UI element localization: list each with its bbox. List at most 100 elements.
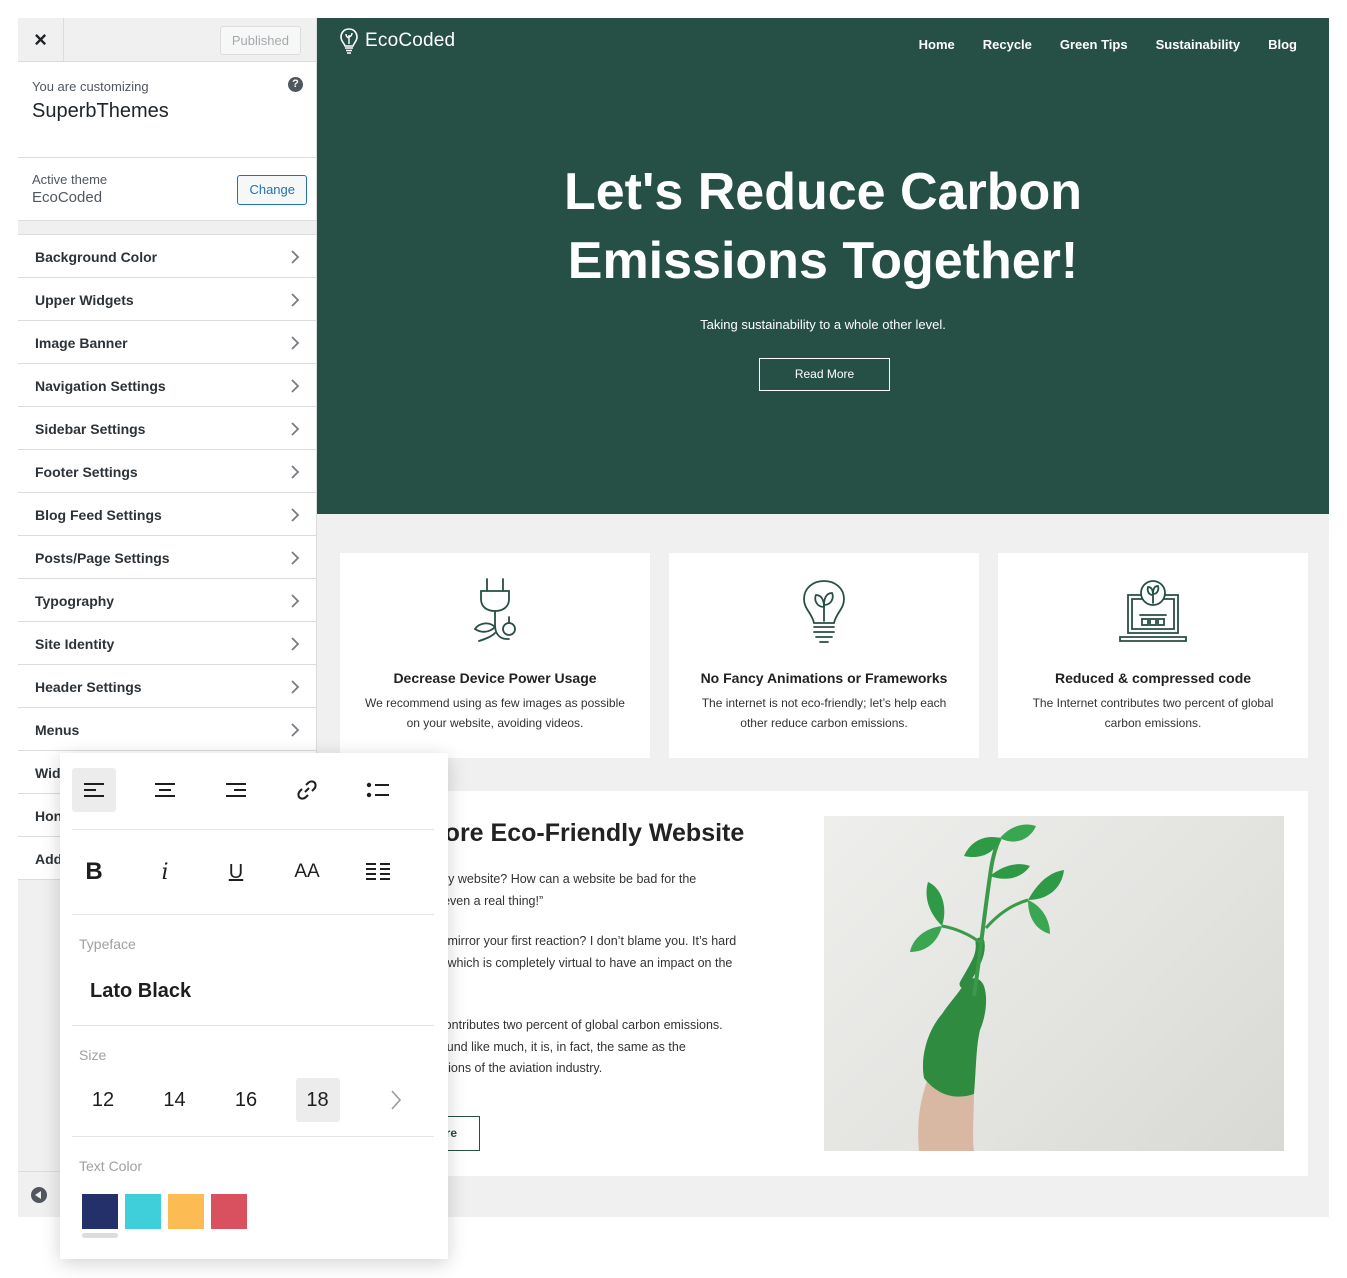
divider <box>72 1136 434 1137</box>
font-size-icon: AA <box>294 861 320 882</box>
size-option-14[interactable]: 14 <box>153 1078 197 1122</box>
panel-label: Posts/Page Settings <box>35 550 170 566</box>
panel-navigation-settings[interactable]: Navigation Settings <box>18 363 316 407</box>
text-format-popover: B i U AA Typeface Lato Black Size 12 14 … <box>60 753 448 1259</box>
laptop-plant-icon <box>1119 580 1187 642</box>
size-option-12[interactable]: 12 <box>81 1078 125 1122</box>
help-icon[interactable]: ? <box>288 77 303 92</box>
customizing-info: You are customizing SuperbThemes ? <box>18 62 316 159</box>
panel-label: Site Identity <box>35 636 115 652</box>
panel-site-identity[interactable]: Site Identity <box>18 621 316 665</box>
size-label: Size <box>79 1047 107 1063</box>
change-theme-button[interactable]: Change <box>237 175 307 205</box>
nav-home[interactable]: Home <box>919 37 955 52</box>
align-left-button[interactable] <box>72 768 116 812</box>
typeface-select[interactable]: Lato Black <box>90 980 191 1003</box>
collapse-icon[interactable] <box>31 1187 47 1203</box>
underline-button[interactable]: U <box>214 850 258 894</box>
lightbulb-leaf-icon <box>803 580 845 643</box>
chevron-right-icon <box>291 250 300 264</box>
justify-icon <box>366 863 390 880</box>
chevron-right-icon[interactable] <box>386 1088 406 1112</box>
link-button[interactable] <box>285 768 329 812</box>
text-case-button[interactable]: AA <box>285 850 329 894</box>
chevron-right-icon <box>291 594 300 608</box>
panel-label: Upper Widgets <box>35 292 134 308</box>
active-theme-section: Active theme EcoCoded Change <box>18 157 316 221</box>
panel-upper-widgets[interactable]: Upper Widgets <box>18 277 316 321</box>
color-swatch-navy[interactable] <box>82 1194 118 1229</box>
plant-illustration <box>910 824 1064 1151</box>
nav-sustainability[interactable]: Sustainability <box>1156 37 1241 52</box>
chevron-right-icon <box>291 551 300 565</box>
align-center-button[interactable] <box>143 768 187 812</box>
article-text-line: y not sound like much, it is, in fact, t… <box>403 1039 686 1054</box>
align-right-button[interactable] <box>214 768 258 812</box>
hero-title-line2: Emissions Together! <box>567 232 1079 290</box>
align-right-icon <box>226 783 246 797</box>
article-paragraph: e might mirror your first reaction? I do… <box>403 931 803 974</box>
active-theme-label: Active theme <box>32 172 108 187</box>
feature-description: We recommend using as few images as poss… <box>360 693 630 733</box>
customizing-label: You are customizing <box>32 79 149 94</box>
nav-green-tips[interactable]: Green Tips <box>1060 37 1128 52</box>
article-section: a More Eco-Friendly Website o-friendly w… <box>339 791 1308 1176</box>
bold-button[interactable]: B <box>72 850 116 894</box>
chevron-right-icon <box>291 637 300 651</box>
panel-blog-feed-settings[interactable]: Blog Feed Settings <box>18 492 316 536</box>
color-swatch-yellow[interactable] <box>168 1194 204 1229</box>
logo-text: EcoCoded <box>365 30 456 51</box>
justify-button[interactable] <box>356 850 400 894</box>
text-color-label: Text Color <box>79 1158 143 1174</box>
panel-header-settings[interactable]: Header Settings <box>18 664 316 708</box>
bullet-list-button[interactable] <box>356 768 400 812</box>
chevron-right-icon <box>291 723 300 737</box>
style-toolbar: B i U AA <box>72 850 435 894</box>
size-option-16[interactable]: 16 <box>224 1078 268 1122</box>
italic-button[interactable]: i <box>143 850 187 894</box>
feature-title: No Fancy Animations or Frameworks <box>700 670 948 686</box>
panel-label: Wid <box>35 765 61 781</box>
nav-recycle[interactable]: Recycle <box>983 37 1032 52</box>
panel-sidebar-settings[interactable]: Sidebar Settings <box>18 406 316 450</box>
feature-card: Decrease Device Power Usage We recommend… <box>340 553 650 758</box>
panel-image-banner[interactable]: Image Banner <box>18 320 316 364</box>
panel-typography[interactable]: Typography <box>18 578 316 622</box>
bullet-list-icon <box>366 782 389 798</box>
panel-background-color[interactable]: Background Color <box>18 234 316 278</box>
published-button[interactable]: Published <box>219 26 301 55</box>
color-swatch-cyan[interactable] <box>125 1194 161 1229</box>
typeface-label: Typeface <box>79 936 136 952</box>
size-option-18[interactable]: 18 <box>295 1078 340 1122</box>
selected-swatch-indicator <box>82 1233 118 1238</box>
chevron-right-icon <box>291 422 300 436</box>
feature-desc-line1: The internet is not eco-friendly; let’s … <box>701 696 947 710</box>
article-text-line: nething which is completely virtual to h… <box>403 955 733 970</box>
article-text-line: It’s not even a real thing!” <box>403 893 544 908</box>
main-nav: Home Recycle Green Tips Sustainability B… <box>919 37 1297 52</box>
hero-title-line1: Let's Reduce Carbon <box>563 163 1083 221</box>
panel-label: Header Settings <box>35 679 142 695</box>
site-name: SuperbThemes <box>32 100 169 122</box>
panel-posts-page-settings[interactable]: Posts/Page Settings <box>18 535 316 579</box>
chevron-right-icon <box>291 465 300 479</box>
panel-label: Typography <box>35 593 115 609</box>
panel-label: Menus <box>35 722 80 738</box>
divider <box>72 1025 434 1026</box>
panel-label: Add <box>35 851 63 867</box>
article-paragraph: o-friendly website? How can a website be… <box>403 869 803 912</box>
align-left-icon <box>84 783 104 797</box>
article-text-line: e might mirror your first reaction? I do… <box>403 934 737 948</box>
nav-blog[interactable]: Blog <box>1268 37 1297 52</box>
feature-description: The Internet contributes two percent of … <box>1018 693 1288 733</box>
panel-menus[interactable]: Menus <box>18 707 316 751</box>
panel-label: Image Banner <box>35 335 128 351</box>
divider <box>72 829 434 830</box>
article-paragraph: ternet contributes two percent of global… <box>403 1015 803 1080</box>
panel-label: Hon <box>35 808 63 824</box>
read-more-button[interactable]: Read More <box>759 358 890 391</box>
close-button[interactable]: × <box>18 18 64 62</box>
panel-footer-settings[interactable]: Footer Settings <box>18 449 316 493</box>
color-swatch-red[interactable] <box>211 1194 247 1229</box>
site-logo[interactable]: EcoCoded <box>339 26 455 56</box>
